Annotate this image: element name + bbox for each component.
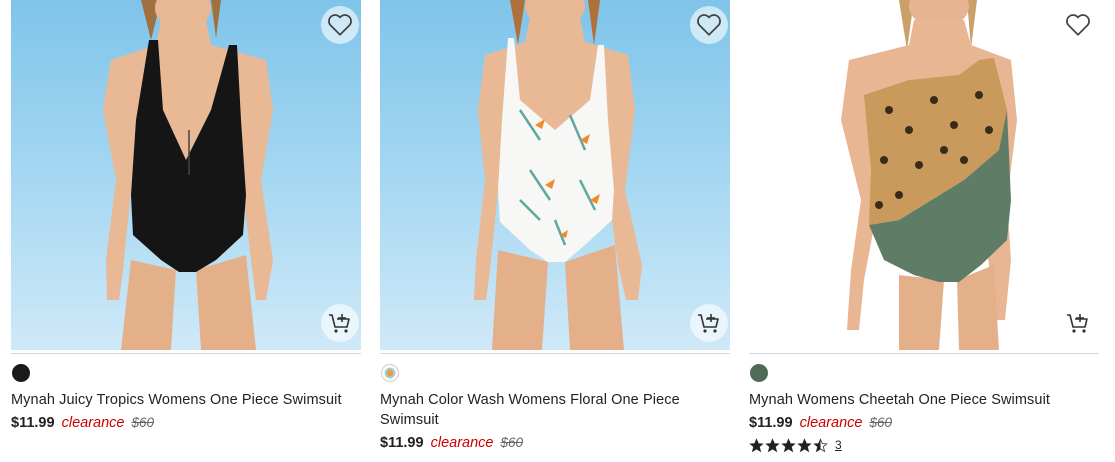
model-photo	[103, 0, 273, 350]
sale-price: $11.99	[749, 415, 793, 431]
star-full-icon	[781, 437, 796, 453]
original-price: $60	[131, 415, 155, 430]
add-to-cart-icon	[1067, 314, 1088, 333]
product-card[interactable]: Mynah Womens Cheetah One Piece Swimsuit …	[749, 0, 1099, 453]
star-rating[interactable]: 3	[749, 437, 1099, 453]
star-full-icon	[749, 437, 764, 453]
product-image[interactable]	[749, 0, 1099, 350]
clearance-label: clearance	[61, 415, 125, 431]
product-image[interactable]	[380, 0, 730, 350]
clearance-label: clearance	[430, 435, 494, 451]
divider	[380, 353, 730, 354]
model-photo	[841, 0, 1017, 350]
star-half-icon	[813, 437, 828, 453]
heart-outline-icon	[697, 14, 721, 36]
product-title[interactable]: Mynah Color Wash Womens Floral One Piece…	[380, 390, 730, 430]
add-to-cart-icon	[329, 314, 350, 333]
divider	[11, 353, 361, 354]
review-count-link[interactable]: 3	[835, 438, 842, 452]
product-title[interactable]: Mynah Juicy Tropics Womens One Piece Swi…	[11, 390, 361, 410]
sale-price: $11.99	[380, 435, 424, 451]
product-image[interactable]	[11, 0, 361, 350]
price-row: $11.99 clearance $60	[11, 413, 361, 433]
product-title[interactable]: Mynah Womens Cheetah One Piece Swimsuit	[749, 390, 1099, 410]
color-swatch[interactable]	[12, 364, 30, 382]
star-full-icon	[765, 437, 780, 453]
original-price: $60	[500, 435, 524, 450]
sale-price: $11.99	[11, 415, 55, 431]
color-swatch[interactable]	[750, 364, 768, 382]
stars	[749, 437, 829, 453]
price-row: $11.99 clearance $60	[380, 433, 730, 453]
product-card[interactable]: Mynah Juicy Tropics Womens One Piece Swi…	[11, 0, 361, 433]
divider	[749, 353, 1099, 354]
product-card[interactable]: Mynah Color Wash Womens Floral One Piece…	[380, 0, 730, 453]
color-swatch[interactable]	[381, 364, 399, 382]
add-to-cart-button[interactable]	[1059, 304, 1097, 342]
wishlist-button[interactable]	[690, 6, 728, 44]
model-photo	[474, 0, 642, 350]
add-to-cart-button[interactable]	[321, 304, 359, 342]
heart-outline-icon	[1066, 14, 1090, 36]
clearance-label: clearance	[799, 415, 863, 431]
price-row: $11.99 clearance $60	[749, 413, 1099, 433]
add-to-cart-icon	[698, 314, 719, 333]
wishlist-button[interactable]	[1059, 6, 1097, 44]
heart-outline-icon	[328, 14, 352, 36]
star-full-icon	[797, 437, 812, 453]
add-to-cart-button[interactable]	[690, 304, 728, 342]
wishlist-button[interactable]	[321, 6, 359, 44]
original-price: $60	[869, 415, 893, 430]
